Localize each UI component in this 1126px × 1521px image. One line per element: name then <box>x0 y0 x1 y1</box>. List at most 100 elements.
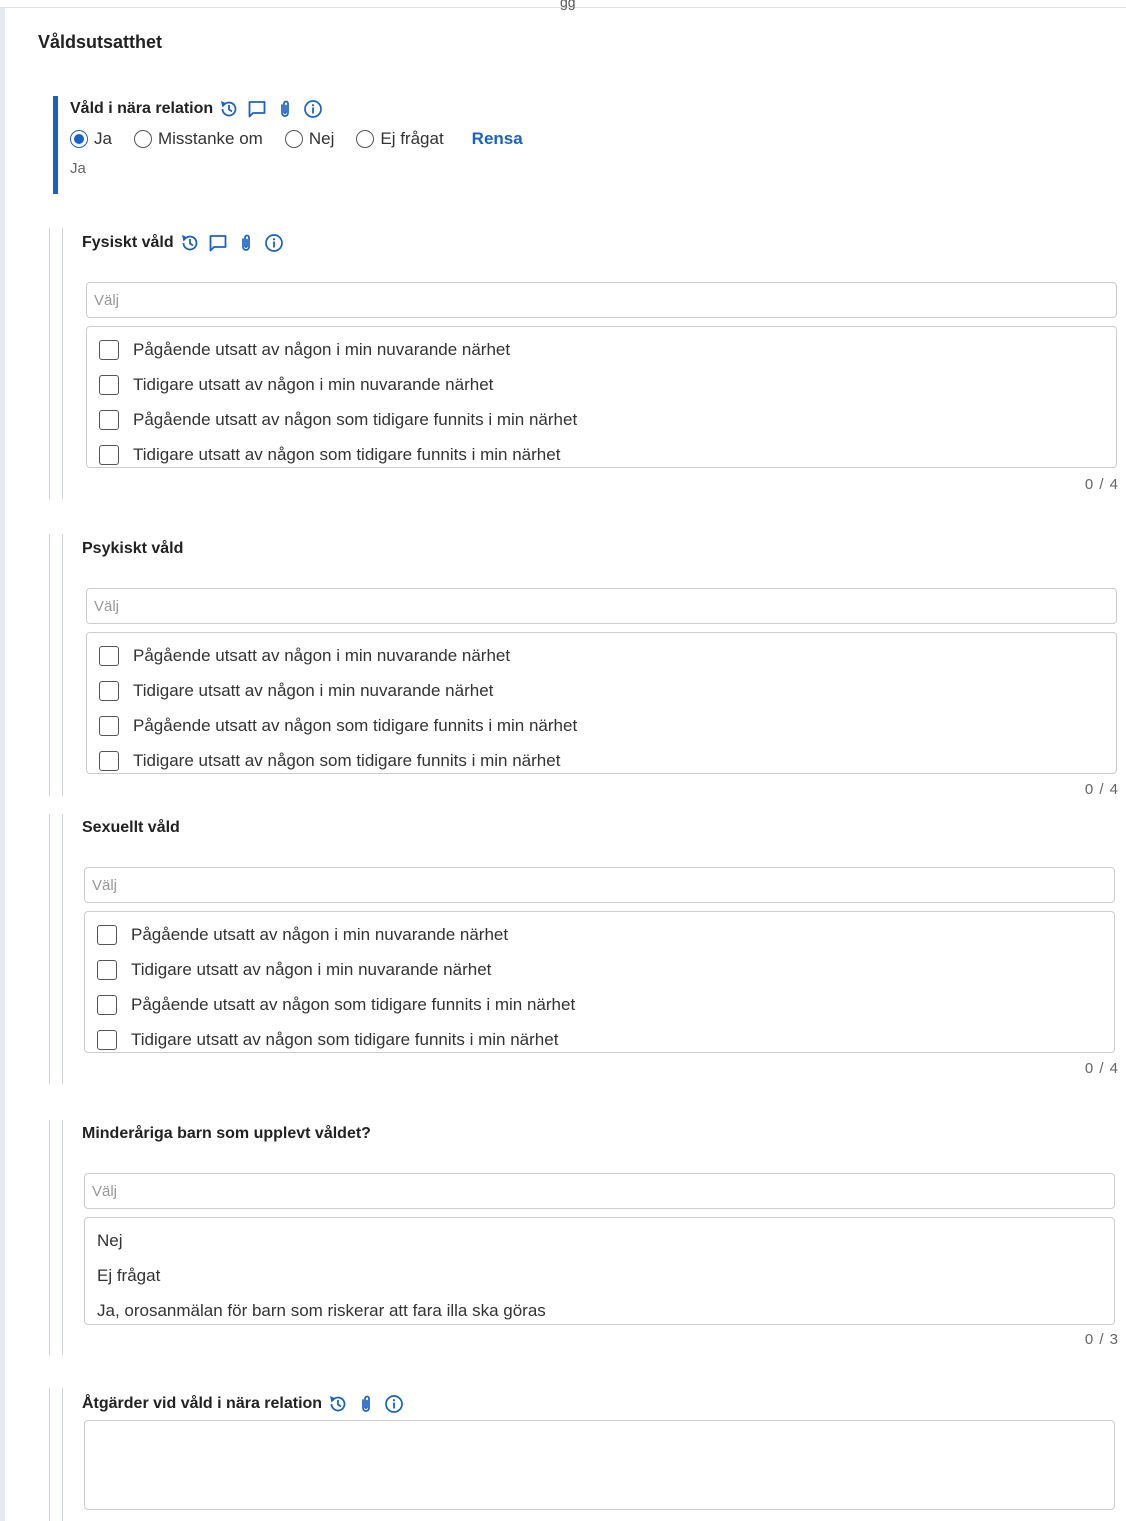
top-cut-off-text: gg <box>560 0 590 10</box>
main-question: Våld i nära relation Ja Misstanke om Nej… <box>53 96 970 194</box>
comment-icon[interactable] <box>208 233 228 253</box>
indent-guide <box>62 1120 63 1355</box>
radio-misstanke-om-indicator[interactable] <box>133 130 152 148</box>
option-label: Pågående utsatt av någon som tidigare fu… <box>133 715 578 735</box>
option-item[interactable]: Ja, orosanmälan för barn som riskerar at… <box>85 1293 1114 1328</box>
indent-guide <box>62 228 63 499</box>
group-psykiskt-vald: Psykiskt våld Välj Pågående utsatt av nå… <box>49 534 1123 798</box>
indent-guide <box>49 228 50 499</box>
indent-guide <box>62 534 63 796</box>
option-item[interactable]: Pågående utsatt av någon i min nuvarande… <box>85 917 1114 952</box>
options-list: Pågående utsatt av någon i min nuvarande… <box>84 911 1115 1053</box>
checkbox[interactable] <box>99 750 119 771</box>
checkbox[interactable] <box>99 409 119 430</box>
option-item[interactable]: Pågående utsatt av någon som tidigare fu… <box>87 708 1116 743</box>
options-list: Pågående utsatt av någon i min nuvarande… <box>86 326 1117 468</box>
main-question-label-row: Våld i nära relation <box>70 96 970 122</box>
radio-ja[interactable]: Ja <box>70 129 112 149</box>
radio-ja-indicator[interactable] <box>70 130 88 148</box>
select-input[interactable]: Välj <box>84 1173 1115 1209</box>
option-label: Tidigare utsatt av någon i min nuvarande… <box>133 680 494 700</box>
checkbox[interactable] <box>99 339 119 360</box>
option-label: Pågående utsatt av någon i min nuvarande… <box>131 924 509 944</box>
info-icon[interactable] <box>264 233 284 253</box>
group-label: Åtgärder vid våld i nära relation <box>82 1395 323 1412</box>
indent-guide <box>49 814 50 1084</box>
option-item[interactable]: Pågående utsatt av någon som tidigare fu… <box>85 987 1114 1022</box>
radio-ej-fragat-label: Ej frågat <box>380 129 444 148</box>
attachment-icon[interactable] <box>356 1394 376 1414</box>
attachment-icon[interactable] <box>236 233 256 253</box>
main-question-radio-group: Ja Misstanke om Nej Ej frågat Rensa <box>70 122 970 156</box>
checkbox[interactable] <box>99 680 119 701</box>
radio-misstanke-om-label: Misstanke om <box>157 129 263 148</box>
option-label: Tidigare utsatt av någon i min nuvarande… <box>131 959 492 979</box>
checkbox[interactable] <box>99 645 119 666</box>
selection-counter: 0 / 4 <box>1084 476 1119 493</box>
clear-button[interactable]: Rensa <box>472 129 523 149</box>
option-item[interactable]: Pågående utsatt av någon i min nuvarande… <box>87 332 1116 367</box>
main-question-label: Våld i nära relation <box>70 100 214 117</box>
option-label: Pågående utsatt av någon som tidigare fu… <box>133 409 578 429</box>
history-icon[interactable] <box>219 99 239 119</box>
group-label: Minderåriga barn som upplevt våldet? <box>82 1125 371 1142</box>
group-label-row: Fysiskt våld <box>82 230 284 256</box>
info-icon[interactable] <box>384 1394 404 1414</box>
comment-icon[interactable] <box>247 99 267 119</box>
radio-ej-fragat[interactable]: Ej frågat <box>356 129 444 149</box>
info-icon[interactable] <box>303 99 323 119</box>
options-list: Nej Ej frågat Ja, orosanmälan för barn s… <box>84 1217 1115 1325</box>
option-item[interactable]: Tidigare utsatt av någon som tidigare fu… <box>85 1022 1114 1057</box>
group-label: Sexuellt våld <box>82 819 180 836</box>
page-left-border <box>0 0 5 1521</box>
option-item[interactable]: Tidigare utsatt av någon i min nuvarande… <box>87 673 1116 708</box>
select-input[interactable]: Välj <box>84 867 1115 903</box>
checkbox[interactable] <box>99 444 119 465</box>
checkbox[interactable] <box>99 715 119 736</box>
radio-ja-label: Ja <box>94 129 112 148</box>
option-item[interactable]: Pågående utsatt av någon i min nuvarande… <box>87 638 1116 673</box>
selection-counter: 0 / 4 <box>1084 781 1119 798</box>
checkbox[interactable] <box>97 959 117 980</box>
option-item[interactable]: Pågående utsatt av någon som tidigare fu… <box>87 402 1116 437</box>
option-item[interactable]: Nej <box>85 1223 1114 1258</box>
option-label: Tidigare utsatt av någon som tidigare fu… <box>133 750 561 770</box>
group-label: Psykiskt våld <box>82 540 184 557</box>
indent-guide <box>62 814 63 1084</box>
select-input[interactable]: Välj <box>86 282 1117 318</box>
option-item[interactable]: Tidigare utsatt av någon som tidigare fu… <box>87 743 1116 778</box>
history-icon[interactable] <box>328 1394 348 1414</box>
indent-guide <box>62 1388 63 1521</box>
group-minderariga-barn: Minderåriga barn som upplevt våldet? Väl… <box>49 1120 1123 1355</box>
option-label: Pågående utsatt av någon som tidigare fu… <box>131 994 576 1014</box>
current-value-text: Ja <box>70 160 86 177</box>
select-input[interactable]: Välj <box>86 588 1117 624</box>
radio-nej[interactable]: Nej <box>284 129 335 149</box>
option-item[interactable]: Tidigare utsatt av någon som tidigare fu… <box>87 437 1116 472</box>
indent-guide <box>49 1120 50 1355</box>
option-item[interactable]: Tidigare utsatt av någon i min nuvarande… <box>85 952 1114 987</box>
group-atgarder: Åtgärder vid våld i nära relation <box>49 1388 1123 1521</box>
selection-counter: 0 / 4 <box>1084 1060 1119 1077</box>
option-item[interactable]: Tidigare utsatt av någon i min nuvarande… <box>87 367 1116 402</box>
checkbox[interactable] <box>97 1029 117 1050</box>
indent-guide <box>49 534 50 796</box>
history-icon[interactable] <box>180 233 200 253</box>
group-label: Fysiskt våld <box>82 234 174 251</box>
checkbox[interactable] <box>99 374 119 395</box>
radio-nej-label: Nej <box>308 129 335 148</box>
options-list: Pågående utsatt av någon i min nuvarande… <box>86 632 1117 774</box>
actions-textarea[interactable] <box>84 1420 1115 1510</box>
option-label: Tidigare utsatt av någon som tidigare fu… <box>131 1029 559 1049</box>
radio-misstanke-om[interactable]: Misstanke om <box>133 129 263 149</box>
option-item[interactable]: Ej frågat <box>85 1258 1114 1293</box>
section-title: Våldsutsatthet <box>38 32 163 52</box>
option-label: Tidigare utsatt av någon i min nuvarande… <box>133 374 494 394</box>
checkbox[interactable] <box>97 994 117 1015</box>
checkbox[interactable] <box>97 924 117 945</box>
radio-nej-indicator[interactable] <box>284 130 303 148</box>
option-label: Pågående utsatt av någon i min nuvarande… <box>133 339 511 359</box>
radio-ej-fragat-indicator[interactable] <box>356 130 375 148</box>
group-label-row: Åtgärder vid våld i nära relation <box>82 1391 404 1417</box>
attachment-icon[interactable] <box>275 99 295 119</box>
